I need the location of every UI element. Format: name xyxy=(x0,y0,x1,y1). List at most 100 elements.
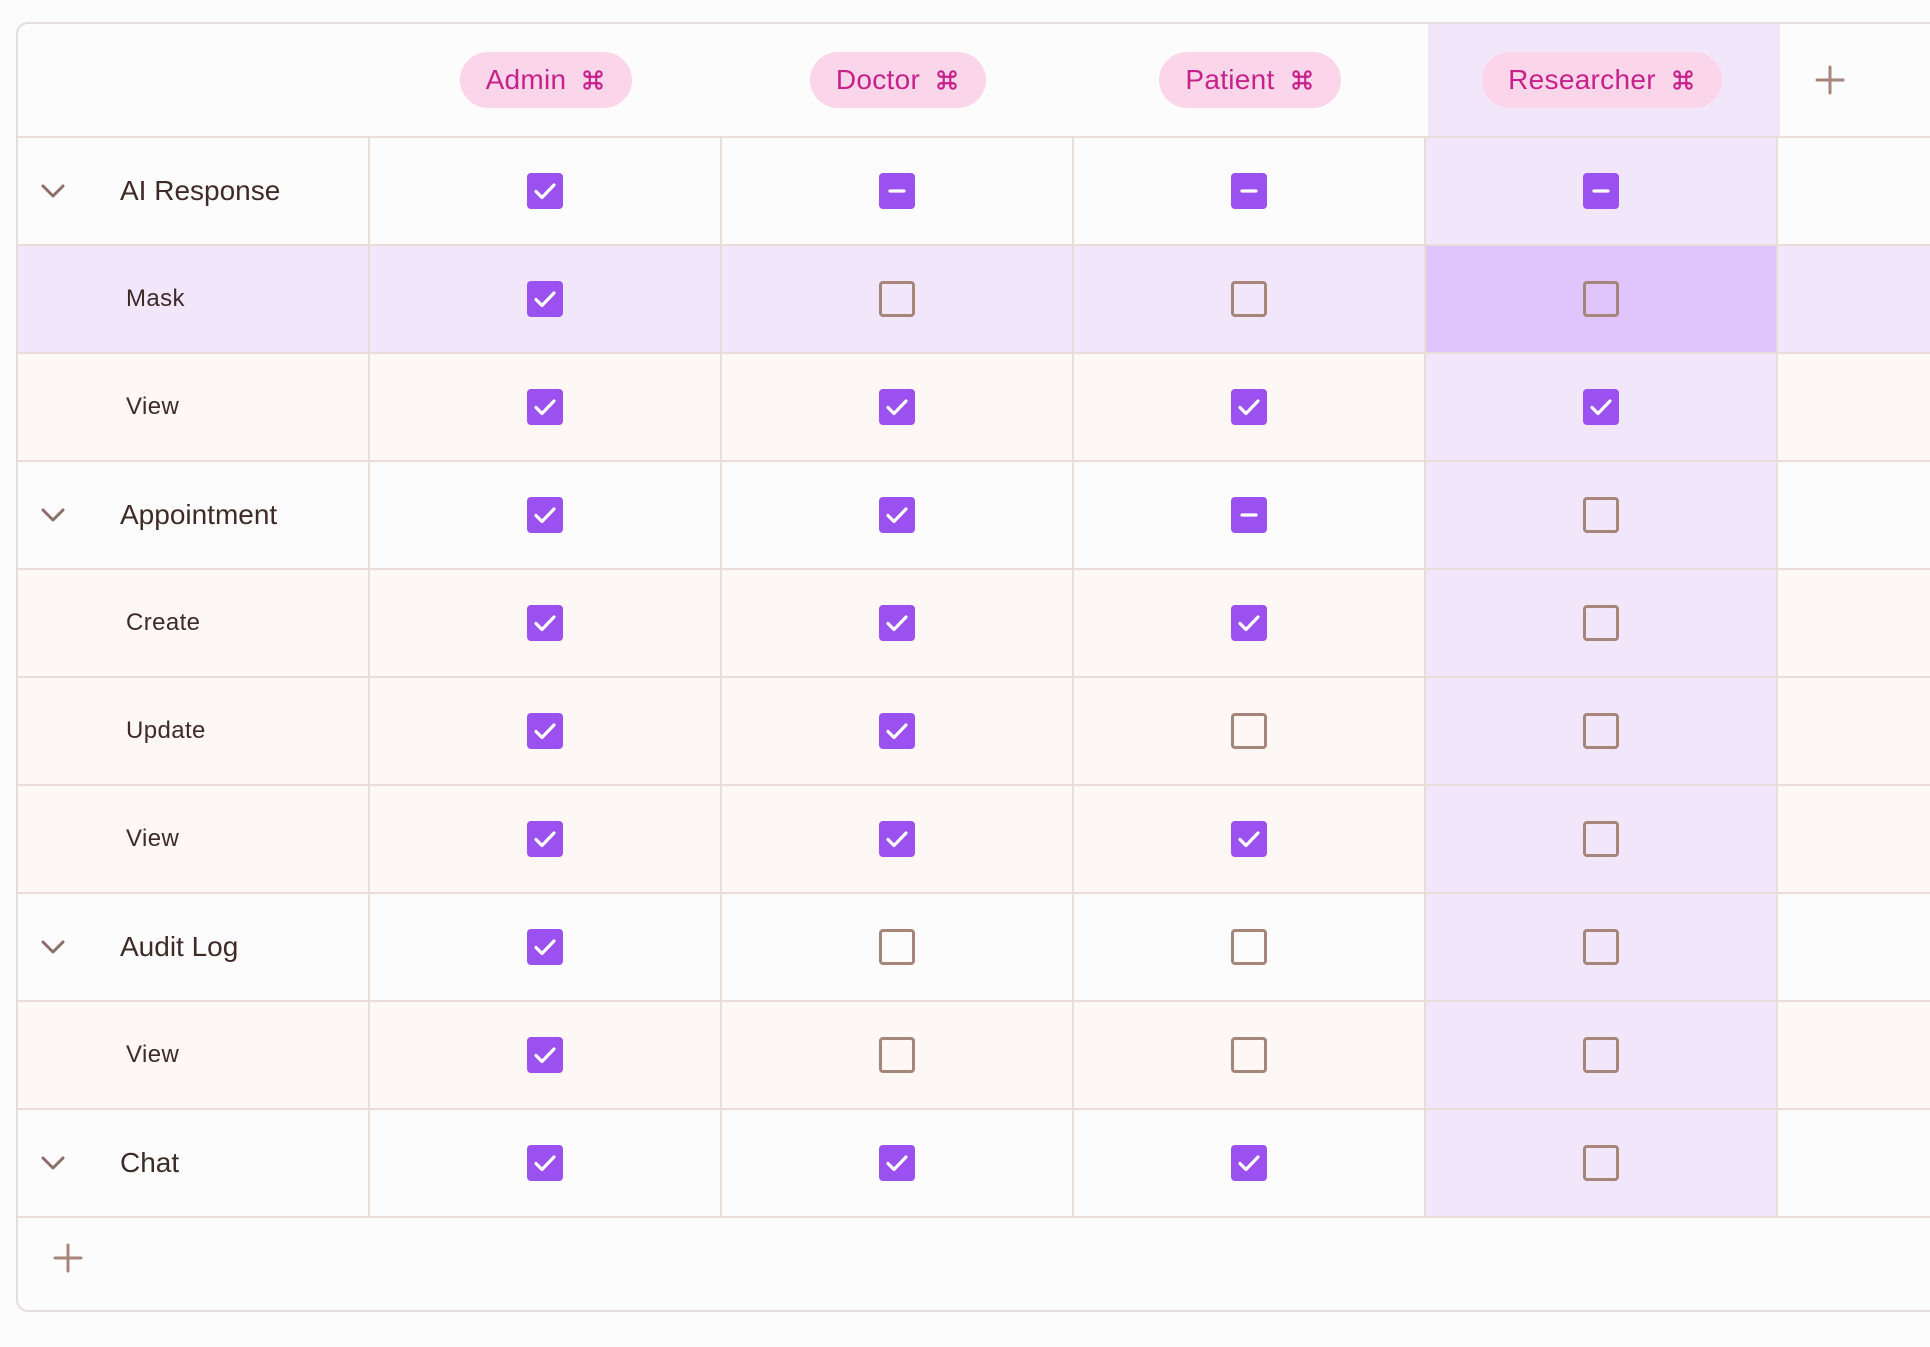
permission-checkbox-checked[interactable] xyxy=(527,821,563,857)
permission-checkbox-unchecked[interactable] xyxy=(1231,281,1267,317)
plus-icon xyxy=(53,1243,83,1273)
permission-checkbox-mixed[interactable] xyxy=(879,173,915,209)
permission-checkbox-checked[interactable] xyxy=(879,497,915,533)
permission-checkbox-unchecked[interactable] xyxy=(1583,497,1619,533)
role-pill-admin[interactable]: Admin xyxy=(459,52,633,108)
permission-cell xyxy=(1426,678,1778,784)
row-label: AI Response xyxy=(18,138,370,244)
permission-checkbox-unchecked[interactable] xyxy=(879,281,915,317)
permission-checkbox-mixed[interactable] xyxy=(1231,173,1267,209)
chevron-down-icon[interactable] xyxy=(38,1148,68,1178)
permission-cell xyxy=(1426,1002,1778,1108)
permission-checkbox-checked[interactable] xyxy=(1231,605,1267,641)
row-label: Chat xyxy=(18,1110,370,1216)
permission-checkbox-unchecked[interactable] xyxy=(1231,713,1267,749)
permission-cell xyxy=(370,138,722,244)
permission-cell xyxy=(722,678,1074,784)
permission-checkbox-checked[interactable] xyxy=(1583,389,1619,425)
permission-checkbox-unchecked[interactable] xyxy=(1231,929,1267,965)
permission-checkbox-checked[interactable] xyxy=(879,605,915,641)
permission-checkbox-checked[interactable] xyxy=(879,389,915,425)
add-role-button[interactable] xyxy=(1780,24,1880,136)
role-name: Patient xyxy=(1185,64,1275,95)
checkmark-icon xyxy=(1238,615,1260,632)
permission-checkbox-unchecked[interactable] xyxy=(1583,713,1619,749)
permission-checkbox-unchecked[interactable] xyxy=(1583,1145,1619,1181)
permission-checkbox-checked[interactable] xyxy=(527,1037,563,1073)
permission-checkbox-mixed[interactable] xyxy=(1583,173,1619,209)
permission-checkbox-checked[interactable] xyxy=(527,1145,563,1181)
chevron-down-icon[interactable] xyxy=(38,500,68,530)
permission-checkbox-checked[interactable] xyxy=(527,929,563,965)
permission-group-row: AI Response xyxy=(18,138,1930,246)
row-label: Appointment xyxy=(18,462,370,568)
permission-cell xyxy=(1426,1110,1778,1216)
permission-action-row: View xyxy=(18,1002,1930,1110)
permission-action-row: Update xyxy=(18,678,1930,786)
minus-icon xyxy=(888,189,906,193)
permission-checkbox-checked[interactable] xyxy=(527,389,563,425)
permission-checkbox-checked[interactable] xyxy=(527,281,563,317)
permission-checkbox-checked[interactable] xyxy=(1231,821,1267,857)
permission-checkbox-checked[interactable] xyxy=(527,713,563,749)
checkmark-icon xyxy=(886,723,908,740)
command-icon xyxy=(937,70,957,90)
checkmark-icon xyxy=(1238,1155,1260,1172)
permission-cell xyxy=(370,1002,722,1108)
checkmark-icon xyxy=(534,723,556,740)
permission-checkbox-checked[interactable] xyxy=(1231,389,1267,425)
role-pill-doctor[interactable]: Doctor xyxy=(809,52,987,108)
row-label: View xyxy=(18,354,370,460)
permission-checkbox-checked[interactable] xyxy=(527,605,563,641)
permission-checkbox-checked[interactable] xyxy=(879,1145,915,1181)
permission-cell xyxy=(1074,1110,1426,1216)
permission-cell xyxy=(1426,354,1778,460)
permission-cell xyxy=(1074,678,1426,784)
row-label: Audit Log xyxy=(18,894,370,1000)
group-name: Chat xyxy=(120,1147,180,1178)
chevron-down-icon[interactable] xyxy=(38,932,68,962)
group-name: Audit Log xyxy=(120,931,239,962)
permission-checkbox-unchecked[interactable] xyxy=(1583,605,1619,641)
permission-checkbox-unchecked[interactable] xyxy=(879,1037,915,1073)
checkmark-icon xyxy=(534,615,556,632)
row-label: View xyxy=(18,1002,370,1108)
permission-cell xyxy=(1426,894,1778,1000)
permission-cell xyxy=(722,246,1074,352)
role-pill-patient[interactable]: Patient xyxy=(1159,52,1341,108)
permission-checkbox-unchecked[interactable] xyxy=(879,929,915,965)
permission-checkbox-checked[interactable] xyxy=(1231,1145,1267,1181)
permission-checkbox-checked[interactable] xyxy=(527,173,563,209)
permission-cell xyxy=(1074,1002,1426,1108)
checkmark-icon xyxy=(1238,399,1260,416)
role-pill-researcher[interactable]: Researcher xyxy=(1482,52,1722,108)
permission-checkbox-checked[interactable] xyxy=(879,821,915,857)
action-name: Mask xyxy=(126,285,185,312)
permission-checkbox-unchecked[interactable] xyxy=(1231,1037,1267,1073)
permission-group-row: Chat xyxy=(18,1110,1930,1218)
permission-checkbox-unchecked[interactable] xyxy=(1583,929,1619,965)
permission-cell xyxy=(722,894,1074,1000)
permission-checkbox-mixed[interactable] xyxy=(1231,497,1267,533)
permission-checkbox-checked[interactable] xyxy=(527,497,563,533)
permission-cell xyxy=(1426,786,1778,892)
permission-checkbox-unchecked[interactable] xyxy=(1583,281,1619,317)
checkmark-icon xyxy=(534,1047,556,1064)
group-name: AI Response xyxy=(120,175,281,206)
checkmark-icon xyxy=(534,939,556,956)
permission-checkbox-unchecked[interactable] xyxy=(1583,1037,1619,1073)
permission-action-row: View xyxy=(18,354,1930,462)
role-header-patient: Patient xyxy=(1074,24,1426,136)
permission-cell xyxy=(370,462,722,568)
permission-cell xyxy=(1074,246,1426,352)
command-icon xyxy=(1291,70,1312,90)
permission-checkbox-checked[interactable] xyxy=(879,713,915,749)
permission-checkbox-unchecked[interactable] xyxy=(1583,821,1619,857)
add-permission-button[interactable] xyxy=(18,1208,118,1308)
chevron-down-icon[interactable] xyxy=(38,176,68,206)
permission-cell xyxy=(1074,462,1426,568)
role-header-admin: Admin xyxy=(370,24,722,136)
permission-cell xyxy=(1426,570,1778,676)
row-label: Update xyxy=(18,678,370,784)
row-label: Mask xyxy=(18,246,370,352)
